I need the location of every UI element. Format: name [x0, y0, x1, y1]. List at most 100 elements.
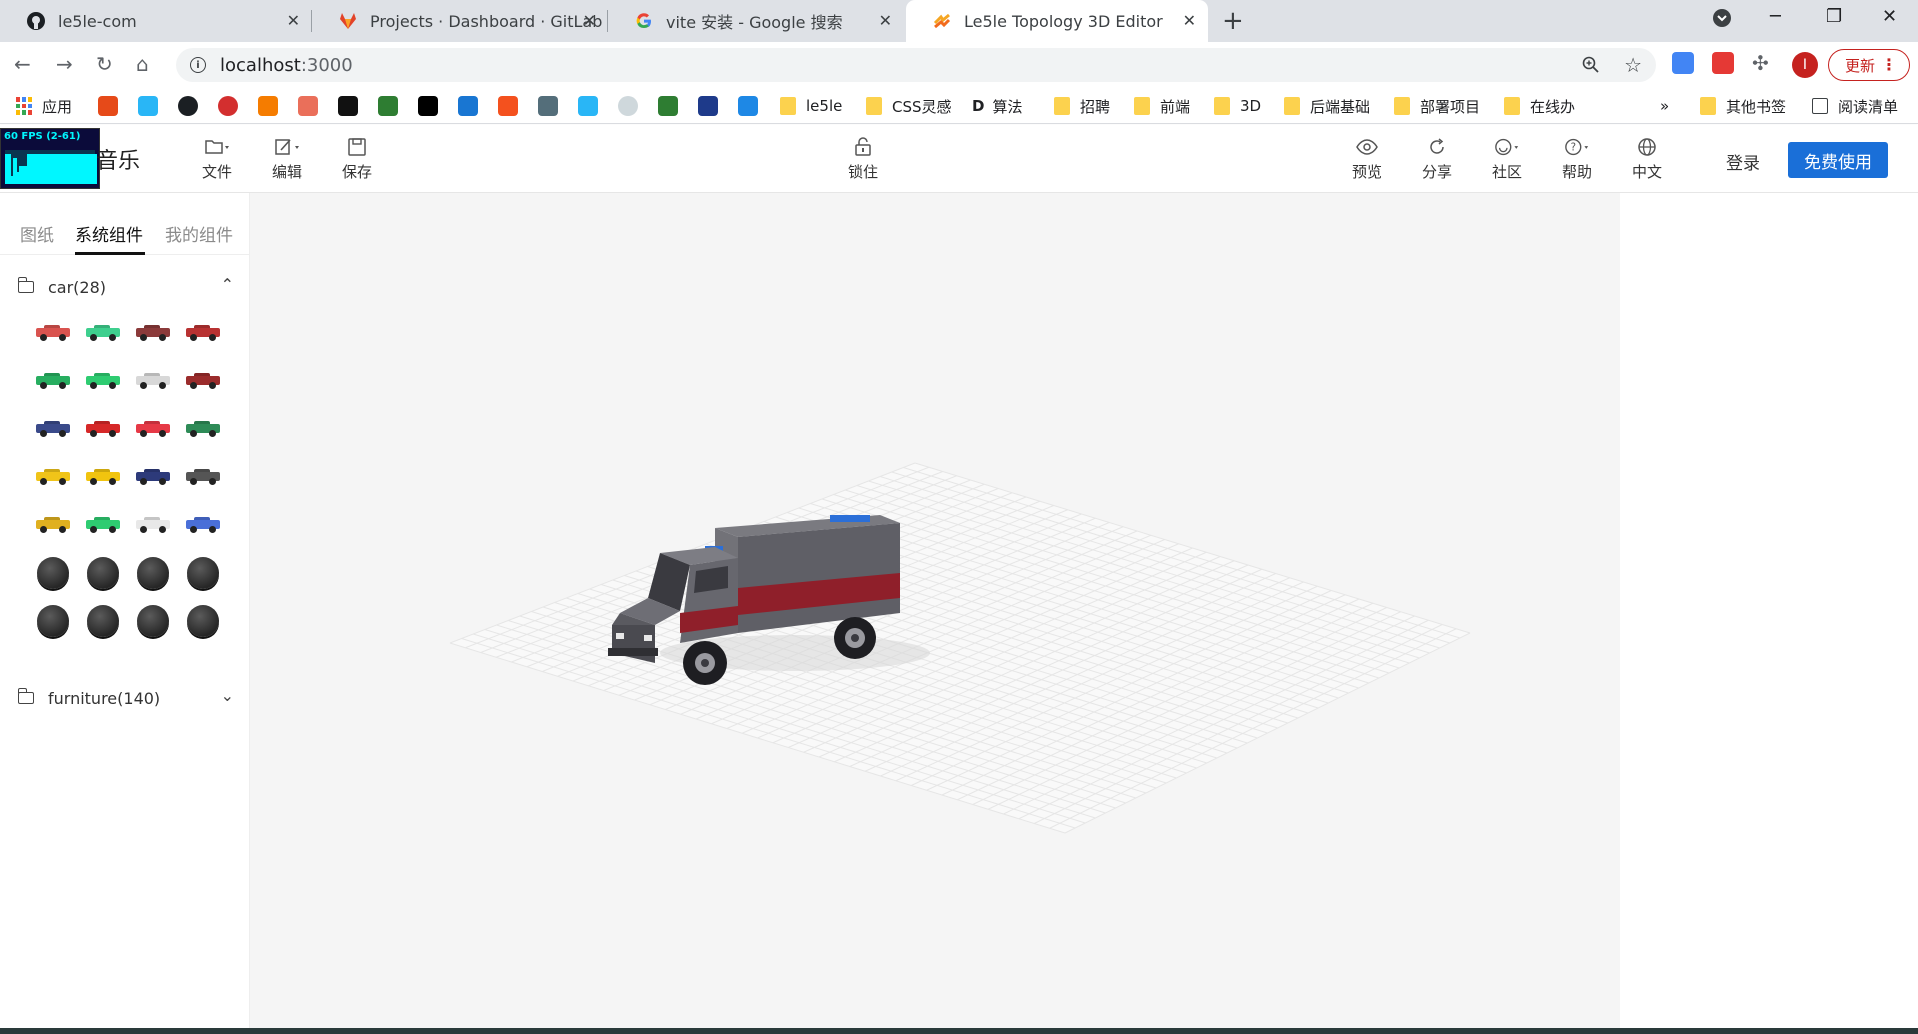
- component-item-wheel[interactable]: [78, 551, 128, 595]
- tab-system-components[interactable]: 系统组件: [75, 221, 143, 246]
- component-item-car[interactable]: [28, 503, 78, 547]
- component-item-car[interactable]: [178, 407, 228, 451]
- bookmark-c2-icon[interactable]: [498, 96, 518, 116]
- bookmark-folder[interactable]: D 算法: [972, 95, 1022, 117]
- site-info-icon[interactable]: i: [190, 57, 206, 73]
- component-item-wheel[interactable]: [78, 599, 128, 643]
- close-icon[interactable]: ✕: [1183, 11, 1196, 30]
- component-item-car[interactable]: [28, 407, 78, 451]
- bookmark-apps[interactable]: 应用: [16, 95, 72, 117]
- bookmark-diamond-icon[interactable]: [578, 96, 598, 116]
- component-item-wheel[interactable]: [28, 599, 78, 643]
- lock-button[interactable]: 锁住: [838, 135, 888, 182]
- component-item-car[interactable]: [28, 455, 78, 499]
- restore-button[interactable]: ❐: [1826, 6, 1842, 27]
- component-item-car[interactable]: [128, 359, 178, 403]
- home-icon[interactable]: ⌂: [136, 52, 149, 76]
- bookmark-m-icon[interactable]: [458, 96, 478, 116]
- community-button[interactable]: 社区: [1482, 135, 1532, 182]
- address-bar[interactable]: i localhost:3000 ☆: [176, 48, 1656, 82]
- edit-menu-button[interactable]: 编辑: [262, 135, 312, 182]
- bookmark-k-icon[interactable]: [538, 96, 558, 116]
- bookmark-folder[interactable]: 前端: [1134, 95, 1190, 117]
- browser-tab-github[interactable]: le5le-com ✕: [0, 0, 312, 42]
- component-item-car[interactable]: [128, 407, 178, 451]
- bookmark-folder[interactable]: 招聘: [1054, 95, 1110, 117]
- component-item-wheel[interactable]: [178, 551, 228, 595]
- bookmark-c-icon[interactable]: [258, 96, 278, 116]
- close-icon[interactable]: ✕: [879, 11, 892, 30]
- reading-list-button[interactable]: 阅读清单: [1812, 95, 1898, 117]
- tab-drawings[interactable]: 图纸: [20, 221, 54, 246]
- tab-my-components[interactable]: 我的组件: [165, 221, 233, 246]
- window-close-button[interactable]: ✕: [1882, 6, 1897, 27]
- login-link[interactable]: 登录: [1726, 149, 1760, 174]
- component-item-car[interactable]: [78, 503, 128, 547]
- component-item-car[interactable]: [178, 359, 228, 403]
- component-item-car[interactable]: [128, 455, 178, 499]
- component-item-car[interactable]: [178, 503, 228, 547]
- share-button[interactable]: 分享: [1412, 135, 1462, 182]
- bookmarks-more-button[interactable]: »: [1660, 95, 1669, 117]
- forward-icon[interactable]: →: [56, 52, 73, 76]
- bookmark-g-icon[interactable]: [218, 96, 238, 116]
- url-text[interactable]: localhost:3000: [220, 55, 353, 76]
- save-button[interactable]: 保存: [332, 135, 382, 182]
- bookmark-folder[interactable]: CSS灵感: [866, 95, 952, 117]
- browser-tab-google[interactable]: vite 安装 - Google 搜索 ✕: [608, 0, 904, 42]
- component-item-car[interactable]: [78, 311, 128, 355]
- reload-icon[interactable]: ↻: [96, 52, 113, 76]
- zoom-icon[interactable]: [1582, 56, 1600, 79]
- bookmark-github-icon[interactable]: [178, 96, 198, 116]
- close-icon[interactable]: ✕: [287, 11, 300, 30]
- category-car[interactable]: car(28) ⌃: [17, 275, 234, 299]
- component-item-car[interactable]: [28, 311, 78, 355]
- component-item-wheel[interactable]: [28, 551, 78, 595]
- translate-extension-icon[interactable]: [1672, 52, 1694, 74]
- avatar[interactable]: I: [1792, 52, 1818, 78]
- file-menu-button[interactable]: 文件: [192, 135, 242, 182]
- component-item-car[interactable]: [78, 359, 128, 403]
- component-item-wheel[interactable]: [178, 599, 228, 643]
- language-button[interactable]: 中文: [1622, 135, 1672, 182]
- puzzle-icon[interactable]: ✣: [1752, 51, 1769, 75]
- tab-search-icon[interactable]: [1712, 8, 1732, 33]
- bookmark-jianshu-icon[interactable]: [298, 96, 318, 116]
- bookmark-folder[interactable]: 部署项目: [1394, 95, 1480, 117]
- bookmark-star-icon[interactable]: ☆: [1624, 53, 1642, 77]
- component-item-car[interactable]: [78, 455, 128, 499]
- browser-tab-gitlab[interactable]: Projects · Dashboard · GitLab ✕: [312, 0, 608, 42]
- bookmark-folder[interactable]: 后端基础: [1284, 95, 1370, 117]
- browser-tab-le5le[interactable]: Le5le Topology 3D Editor ✕: [906, 0, 1208, 42]
- minimize-button[interactable]: ─: [1770, 6, 1781, 27]
- close-icon[interactable]: ✕: [583, 11, 596, 30]
- back-icon[interactable]: ←: [14, 52, 31, 76]
- bookmark-other-folder[interactable]: 其他书签: [1700, 95, 1786, 117]
- bookmark-layers-icon[interactable]: [738, 96, 758, 116]
- category-furniture[interactable]: furniture(140) ⌄: [17, 686, 234, 710]
- bookmark-leaf-icon[interactable]: [378, 96, 398, 116]
- bookmark-bilibili-icon[interactable]: [138, 96, 158, 116]
- component-item-car[interactable]: [178, 311, 228, 355]
- component-item-car[interactable]: [28, 359, 78, 403]
- scene-canvas[interactable]: [250, 193, 1620, 1028]
- component-item-wheel[interactable]: [128, 599, 178, 643]
- free-use-button[interactable]: 免费使用: [1788, 142, 1888, 178]
- component-item-wheel[interactable]: [128, 551, 178, 595]
- component-item-car[interactable]: [178, 455, 228, 499]
- bookmark-codepen-icon[interactable]: [418, 96, 438, 116]
- bookmark-vue-icon[interactable]: [658, 96, 678, 116]
- bookmark-b-icon[interactable]: [698, 96, 718, 116]
- bookmark-circle-icon[interactable]: [618, 96, 638, 116]
- scene-3d-view[interactable]: [250, 193, 1620, 1028]
- bookmark-huawei-icon[interactable]: [98, 96, 118, 116]
- help-button[interactable]: ? 帮助: [1552, 135, 1602, 182]
- bookmark-folder[interactable]: 在线办: [1504, 95, 1575, 117]
- new-tab-button[interactable]: +: [1222, 6, 1244, 36]
- component-item-car[interactable]: [128, 503, 178, 547]
- component-item-car[interactable]: [78, 407, 128, 451]
- bookmark-folder[interactable]: 3D: [1214, 95, 1261, 117]
- update-button[interactable]: 更新 ⋮: [1828, 49, 1910, 81]
- bookmark-ic-icon[interactable]: [338, 96, 358, 116]
- extension-icon[interactable]: [1712, 52, 1734, 74]
